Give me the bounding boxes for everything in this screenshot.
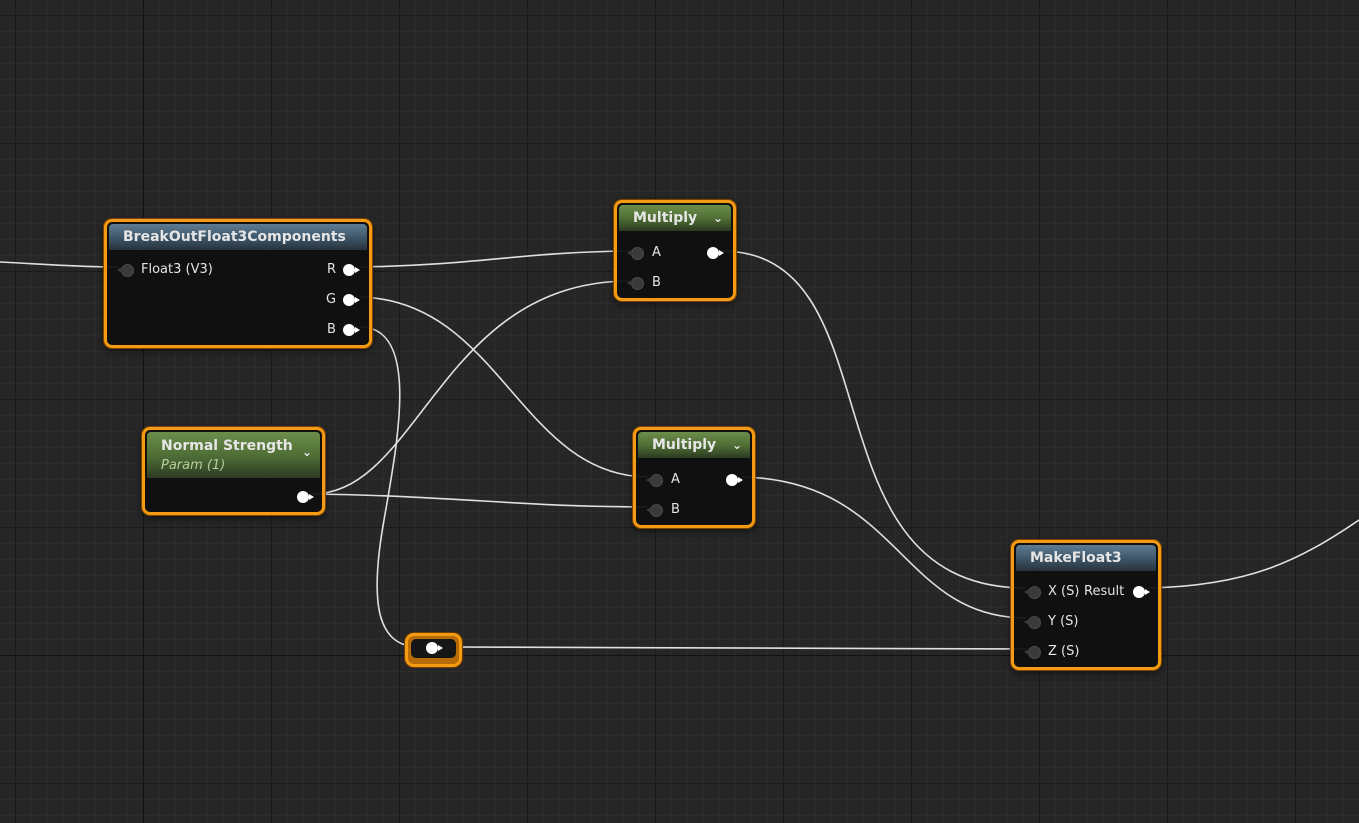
output-result-pin[interactable] bbox=[1133, 586, 1150, 598]
wire-b-to-reroute bbox=[359, 326, 419, 648]
reroute-node[interactable] bbox=[405, 633, 462, 667]
wire-input-to-breakout bbox=[0, 261, 119, 268]
node-title-text: Multiply bbox=[652, 437, 717, 453]
input-y-pin[interactable] bbox=[1024, 616, 1041, 629]
wire-r-to-multiply-top-a bbox=[359, 250, 631, 268]
multiply-node-top[interactable]: Multiply ⌄ A B bbox=[614, 200, 736, 301]
wire-multiply-mid-to-y bbox=[741, 476, 1027, 619]
wire-param-to-multiply-mid-b bbox=[311, 493, 649, 508]
input-a-pin[interactable] bbox=[627, 247, 644, 260]
multiply-node-mid[interactable]: Multiply ⌄ A B bbox=[633, 427, 755, 528]
node-title: MakeFloat3 bbox=[1016, 545, 1156, 571]
normal-strength-param-node[interactable]: Normal Strength Param (1) ⌄ bbox=[142, 427, 325, 515]
output-pin[interactable] bbox=[297, 491, 314, 503]
wire-result-out bbox=[1147, 519, 1359, 589]
make-float3-node[interactable]: MakeFloat3 X (S) Result Y (S) Z (S) bbox=[1011, 540, 1161, 670]
reroute-pin[interactable] bbox=[426, 642, 443, 654]
break-out-float3-node[interactable]: BreakOutFloat3Components Float3 (V3) R G… bbox=[104, 219, 372, 348]
node-subtitle: Param (1) bbox=[161, 458, 226, 473]
input-z-label: Z (S) bbox=[1048, 644, 1080, 659]
input-z-pin[interactable] bbox=[1024, 646, 1041, 659]
chevron-down-icon[interactable]: ⌄ bbox=[302, 442, 312, 462]
output-pin[interactable] bbox=[726, 474, 743, 486]
node-title: Multiply ⌄ bbox=[638, 432, 750, 458]
float3-input-pin[interactable] bbox=[117, 264, 134, 277]
input-b-pin[interactable] bbox=[627, 277, 644, 290]
output-pin[interactable] bbox=[707, 247, 724, 259]
input-b-pin[interactable] bbox=[646, 504, 663, 517]
input-b-label: B bbox=[671, 502, 680, 517]
chevron-down-icon[interactable]: ⌄ bbox=[732, 432, 742, 458]
output-b-pin[interactable] bbox=[343, 324, 360, 336]
node-title: Multiply ⌄ bbox=[619, 205, 731, 231]
graph-canvas[interactable]: BreakOutFloat3Components Float3 (V3) R G… bbox=[0, 0, 1359, 823]
node-title: BreakOutFloat3Components bbox=[109, 224, 367, 250]
output-result-label: Result bbox=[1084, 584, 1125, 599]
output-b-label: B bbox=[327, 322, 336, 337]
node-title: Normal Strength Param (1) ⌄ bbox=[147, 432, 320, 478]
float3-input-label: Float3 (V3) bbox=[141, 262, 213, 277]
input-a-pin[interactable] bbox=[646, 474, 663, 487]
input-x-label: X (S) bbox=[1048, 584, 1080, 599]
input-b-label: B bbox=[652, 275, 661, 290]
wire-g-to-multiply-mid-a bbox=[359, 296, 649, 478]
node-title-text: Normal Strength bbox=[161, 438, 293, 454]
wire-multiply-top-to-x bbox=[721, 250, 1027, 589]
output-g-label: G bbox=[326, 292, 337, 307]
output-g-pin[interactable] bbox=[343, 294, 360, 306]
wire-layer bbox=[0, 250, 1359, 650]
input-a-label: A bbox=[671, 472, 680, 487]
output-r-pin[interactable] bbox=[343, 264, 360, 276]
chevron-down-icon[interactable]: ⌄ bbox=[713, 205, 723, 231]
output-r-label: R bbox=[327, 262, 337, 277]
input-y-label: Y (S) bbox=[1048, 614, 1079, 629]
input-a-label: A bbox=[652, 245, 661, 260]
node-title-text: Multiply bbox=[633, 210, 698, 226]
input-x-pin[interactable] bbox=[1024, 586, 1041, 599]
wire-reroute-to-z bbox=[445, 646, 1027, 650]
